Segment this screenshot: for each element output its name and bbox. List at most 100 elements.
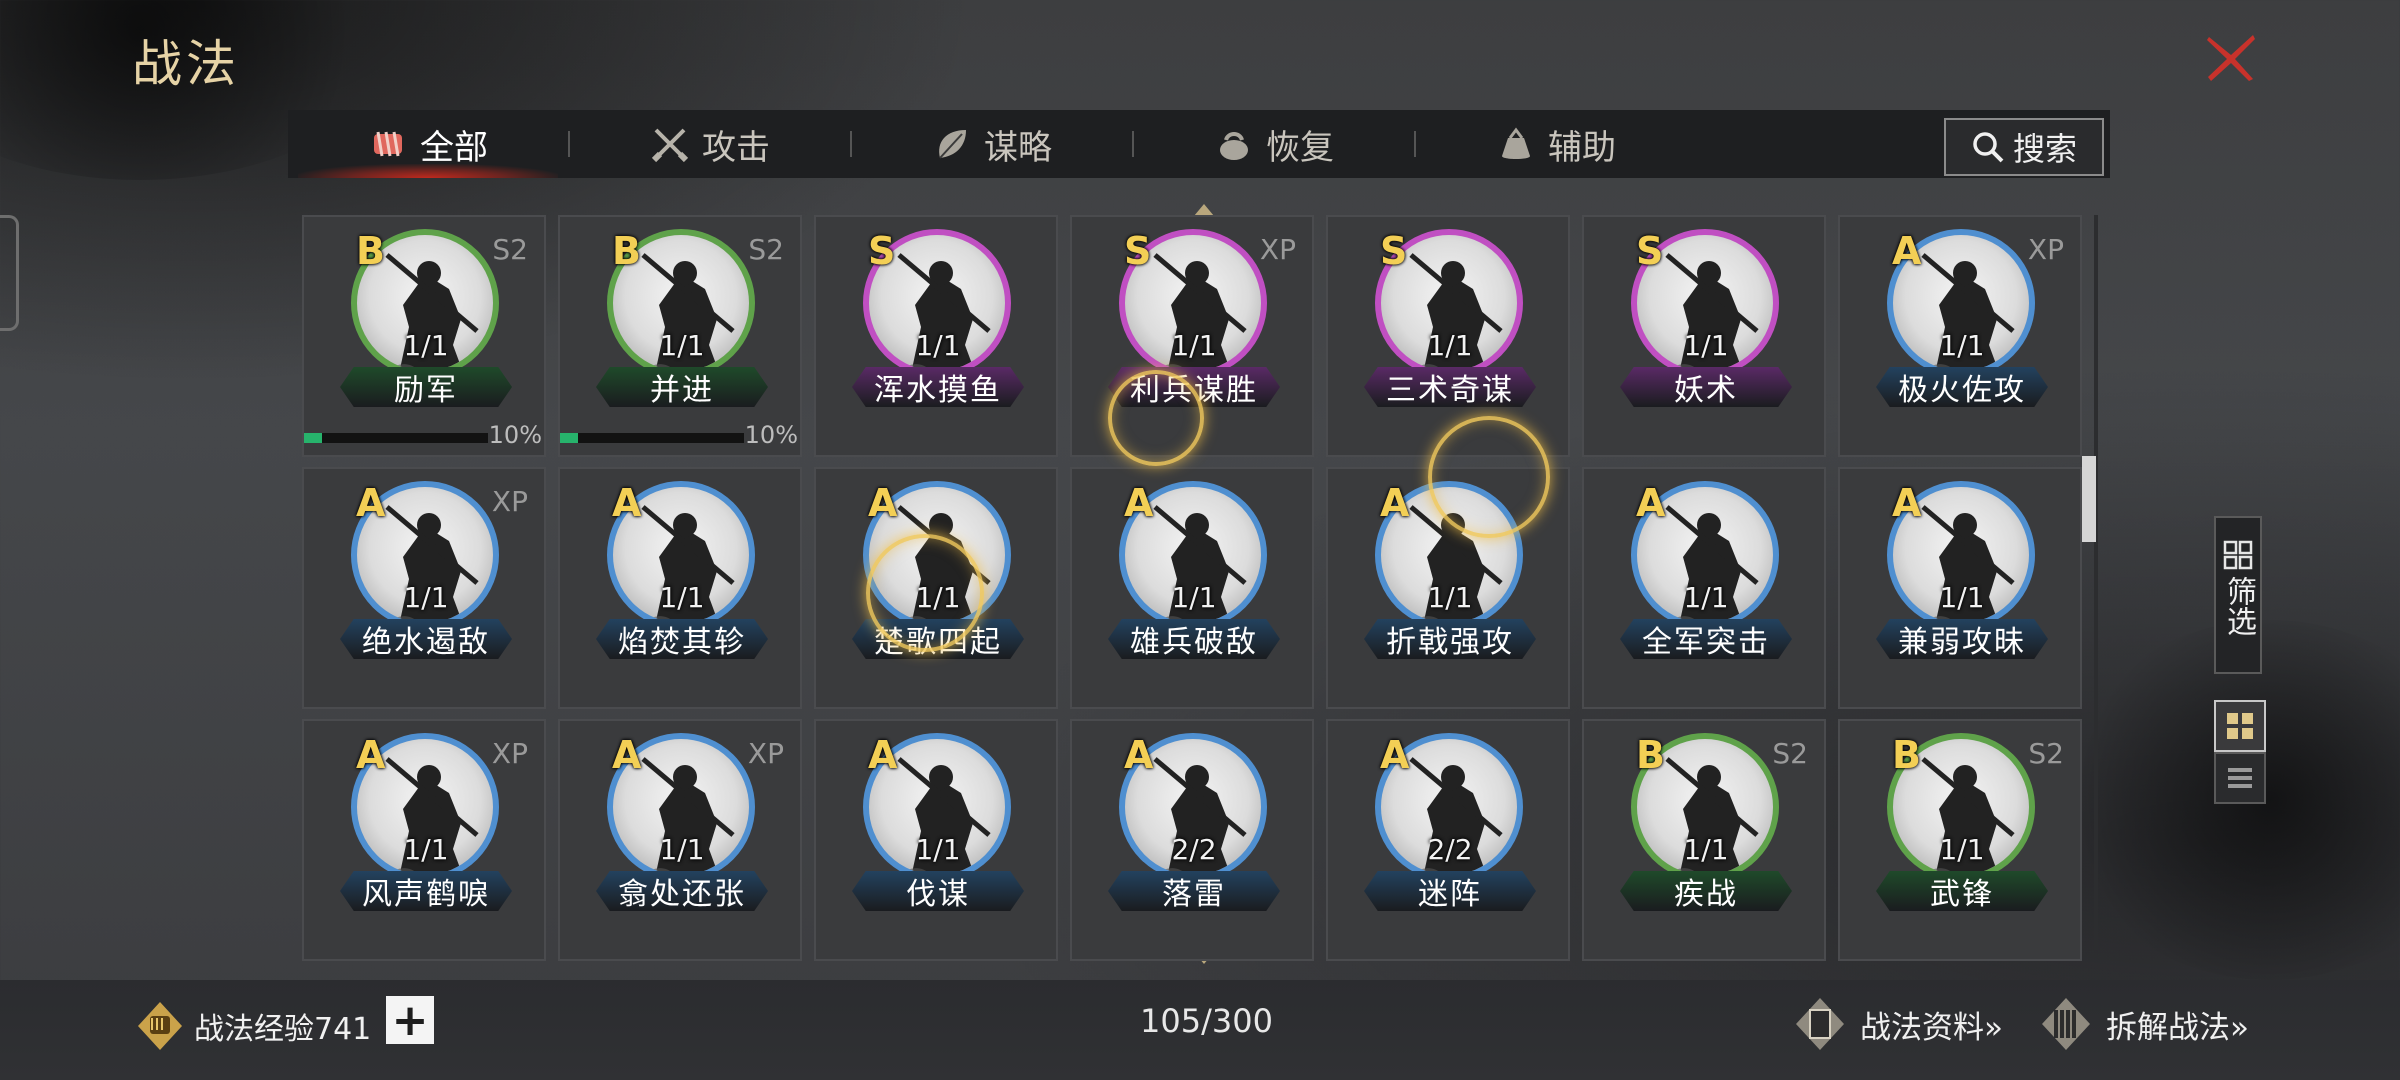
skill-card[interactable]: A 1/1 伐谋 [814, 719, 1058, 961]
skill-card[interactable]: A XP 1/1 绝水遏敌 [302, 467, 546, 709]
skill-level: 1/1 [1939, 833, 1985, 866]
skill-card[interactable]: B S2 1/1 并进 10% [558, 215, 802, 457]
skill-card[interactable]: B S2 1/1 武锋 [1838, 719, 2082, 961]
skill-card[interactable]: S 1/1 三术奇谋 [1326, 215, 1570, 457]
skill-level: 1/1 [1683, 329, 1729, 362]
skill-rank: S [1124, 229, 1152, 273]
skill-name: 雄兵破敌 [1108, 619, 1280, 659]
scroll-bundle-icon [2042, 998, 2090, 1050]
skill-name: 楚歌四起 [852, 619, 1024, 659]
skill-season-tag: XP [747, 737, 784, 770]
skill-rank: A [1892, 481, 1922, 525]
skill-rank: A [1380, 481, 1410, 525]
close-button[interactable] [2196, 22, 2266, 92]
skill-season-tag: XP [491, 737, 528, 770]
skill-level: 1/1 [659, 833, 705, 866]
skill-rank: A [868, 481, 898, 525]
scrollbar-track[interactable] [2094, 215, 2098, 950]
skill-card[interactable]: A 2/2 落雷 [1070, 719, 1314, 961]
feather-fan-icon [939, 130, 966, 159]
skill-level: 1/1 [1683, 833, 1729, 866]
side-drawer-handle[interactable] [0, 215, 19, 331]
skill-name: 落雷 [1108, 871, 1280, 911]
skill-card[interactable]: A 2/2 迷阵 [1326, 719, 1570, 961]
skill-level: 1/1 [403, 833, 449, 866]
skill-rank: S [1380, 229, 1408, 273]
skill-name: 极火佐攻 [1876, 367, 2048, 407]
skill-level: 1/1 [915, 329, 961, 362]
skill-level: 1/1 [1427, 329, 1473, 362]
close-x-icon [2207, 35, 2255, 81]
herb-pot-icon [1220, 132, 1248, 160]
skill-level: 1/1 [659, 329, 705, 362]
skill-level: 1/1 [1939, 581, 1985, 614]
skill-card[interactable]: A 1/1 焰焚其轸 [558, 467, 802, 709]
skill-info-link[interactable]: 战法资料» [1792, 996, 2003, 1052]
skill-rank: A [612, 733, 642, 777]
skill-name: 全军突击 [1620, 619, 1792, 659]
skill-progress-label: 10% [488, 421, 542, 449]
skill-card[interactable]: A 1/1 楚歌四起 [814, 467, 1058, 709]
skill-level: 1/1 [403, 581, 449, 614]
skill-name: 利兵谋胜 [1108, 367, 1280, 407]
skill-rank: A [1124, 481, 1154, 525]
tab-strategy[interactable]: 谋略 [852, 110, 1132, 178]
skill-card[interactable]: S XP 1/1 利兵谋胜 [1070, 215, 1314, 457]
skill-season-tag: S2 [492, 233, 528, 266]
grid-view-icon [2227, 713, 2253, 739]
filter-button[interactable]: 筛选 [2214, 516, 2262, 674]
skill-rank: A [868, 733, 898, 777]
skill-name: 兼弱攻昧 [1876, 619, 2048, 659]
skill-rank: A [356, 733, 386, 777]
page-title: 战法 [132, 35, 240, 93]
skill-exp-display: 战法经验741 [134, 996, 371, 1056]
skill-grid: B S2 1/1 励军 10% B S2 1/1 并进 10% S 1/1 浑水摸鱼 S XP 1/1 利兵谋胜… [302, 215, 2082, 961]
skill-card[interactable]: B S2 1/1 疾战 [1582, 719, 1826, 961]
skill-rank: B [1892, 733, 1921, 777]
skill-level: 1/1 [1171, 581, 1217, 614]
skill-rank: A [1124, 733, 1154, 777]
dismantle-skill-link[interactable]: 拆解战法» [2038, 996, 2249, 1052]
skill-season-tag: S2 [1772, 737, 1808, 770]
plus-icon: + [391, 994, 429, 1046]
skill-level: 1/1 [915, 833, 961, 866]
skill-card[interactable]: S 1/1 妖术 [1582, 215, 1826, 457]
skill-name: 疾战 [1620, 871, 1792, 911]
skill-level: 1/1 [915, 581, 961, 614]
skill-name: 迷阵 [1364, 871, 1536, 911]
tab-support[interactable]: 辅助 [1416, 110, 1696, 178]
pouch-icon [1502, 127, 1530, 159]
list-view-icon [2228, 768, 2252, 788]
grid-view-button[interactable] [2214, 700, 2266, 752]
skill-progress-bar [304, 433, 488, 443]
skill-name: 励军 [340, 367, 512, 407]
skill-progress-fill [304, 433, 323, 443]
skill-card[interactable]: A 1/1 兼弱攻昧 [1838, 467, 2082, 709]
skill-card[interactable]: B S2 1/1 励军 10% [302, 215, 546, 457]
skill-level: 1/1 [1939, 329, 1985, 362]
add-exp-button[interactable]: + [386, 994, 434, 1046]
skill-season-tag: S2 [2028, 737, 2064, 770]
skill-card[interactable]: A XP 1/1 翕处还张 [558, 719, 802, 961]
list-view-button[interactable] [2214, 752, 2266, 804]
skill-card[interactable]: A 1/1 折戟强攻 [1326, 467, 1570, 709]
skill-rank: B [356, 229, 385, 273]
skill-card[interactable]: A 1/1 雄兵破敌 [1070, 467, 1314, 709]
book-icon [1796, 998, 1844, 1050]
filter-grid-icon [2223, 540, 2253, 570]
tab-all[interactable]: 全部 [288, 110, 568, 178]
tab-recovery[interactable]: 恢复 [1134, 110, 1414, 178]
search-icon [1973, 132, 2004, 163]
tab-attack[interactable]: 攻击 [570, 110, 850, 178]
skill-card[interactable]: A 1/1 全军突击 [1582, 467, 1826, 709]
skill-season-tag: XP [2027, 233, 2064, 266]
skill-name: 并进 [596, 367, 768, 407]
skill-card[interactable]: A XP 1/1 极火佐攻 [1838, 215, 2082, 457]
filter-label: 筛选 [2221, 576, 2256, 636]
skill-name: 折戟强攻 [1364, 619, 1536, 659]
skill-card[interactable]: S 1/1 浑水摸鱼 [814, 215, 1058, 457]
search-button[interactable]: 搜索 [1944, 118, 2104, 176]
scrollbar-thumb[interactable] [2082, 456, 2096, 542]
skill-rank: S [1636, 229, 1664, 273]
skill-card[interactable]: A XP 1/1 风声鹤唳 [302, 719, 546, 961]
